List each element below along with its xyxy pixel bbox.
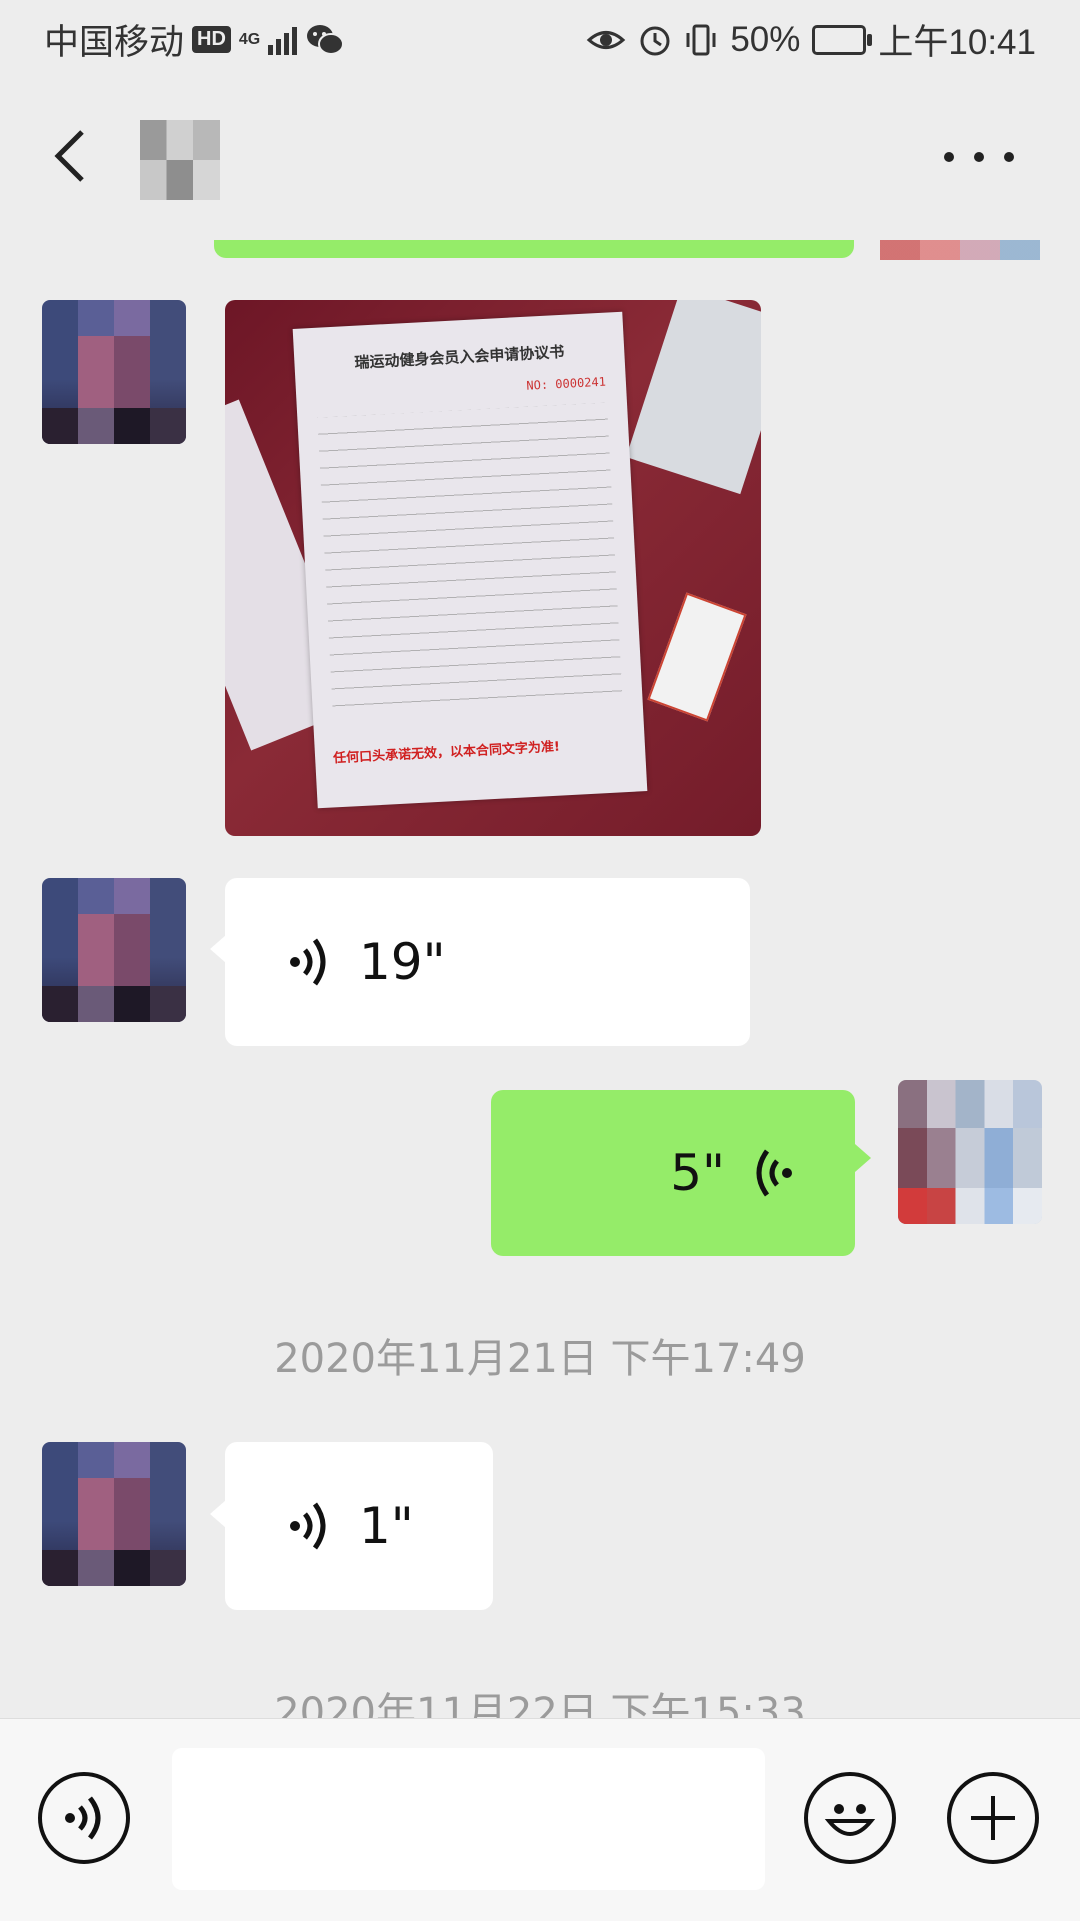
bubble-tail: [210, 935, 226, 963]
image-message[interactable]: 瑞运动健身会员入会申请协议书 NO: 0000241 任何口头承诺无效，以本合同…: [225, 300, 761, 836]
voice-wave-icon: [290, 1502, 326, 1550]
voice-message[interactable]: 5": [491, 1090, 855, 1256]
document-title: 瑞运动健身会员入会申请协议书: [354, 342, 565, 372]
voice-mode-icon[interactable]: [38, 1772, 130, 1864]
wechat-icon: [307, 24, 345, 55]
photo-card: [647, 592, 747, 722]
emoji-icon[interactable]: [804, 1772, 896, 1864]
photo-paper-right: [626, 300, 761, 495]
voice-wave-icon: [756, 1149, 792, 1197]
previous-message-bubble: [214, 240, 854, 258]
status-bar: 中国移动 HD 4G 50% 上午10:41: [0, 0, 1080, 75]
document-form-lines: [317, 402, 623, 708]
bubble-tail: [210, 1500, 226, 1528]
voice-duration: 1": [359, 1497, 414, 1555]
message-input[interactable]: [172, 1748, 765, 1890]
document-notice: 任何口头承诺无效，以本合同文字为准!: [332, 739, 561, 767]
avatar[interactable]: [42, 300, 186, 444]
document-number: NO: 0000241: [526, 374, 607, 393]
voice-duration: 19": [359, 933, 446, 991]
vibrate-icon: [686, 24, 716, 55]
more-dots-icon[interactable]: [944, 145, 1014, 169]
battery-icon: [812, 24, 873, 55]
bubble-tail: [855, 1144, 871, 1172]
clock-time: 上午10:41: [878, 23, 1036, 62]
plus-icon[interactable]: [947, 1772, 1039, 1864]
voice-message[interactable]: 19": [225, 878, 750, 1046]
my-avatar[interactable]: [898, 1080, 1042, 1224]
signal-icon: [268, 25, 298, 55]
timestamp: 2020年11月21日 下午17:49: [274, 1336, 806, 1382]
status-left: 中国移动 HD 4G: [44, 14, 345, 65]
battery-percent: 50%: [730, 19, 801, 59]
voice-message[interactable]: 1": [225, 1442, 493, 1610]
network-type: 4G: [238, 30, 261, 48]
back-chevron-icon[interactable]: [50, 128, 90, 184]
avatar[interactable]: [42, 878, 186, 1022]
carrier-label: 中国移动: [44, 23, 185, 62]
hd-badge: HD: [192, 26, 231, 53]
status-right: 50% 上午10:41: [586, 14, 1036, 65]
eye-icon: [587, 30, 626, 49]
photo-document: 瑞运动健身会员入会申请协议书 NO: 0000241 任何口头承诺无效，以本合同…: [292, 311, 648, 809]
voice-duration: 5": [670, 1144, 725, 1202]
contact-avatar[interactable]: [140, 120, 220, 200]
voice-wave-icon: [290, 938, 326, 986]
previous-avatar: [880, 240, 1040, 260]
alarm-icon: [640, 26, 670, 55]
avatar[interactable]: [42, 1442, 186, 1586]
